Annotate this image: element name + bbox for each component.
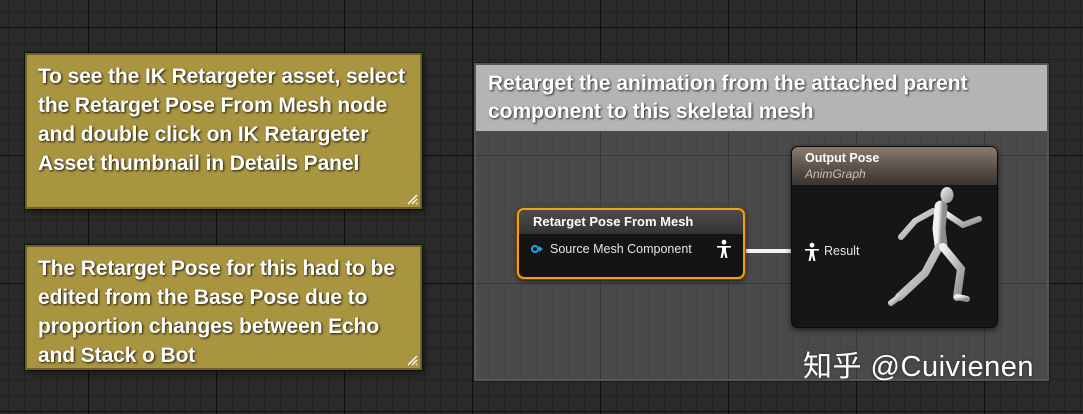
result-pin-label: Result xyxy=(824,244,860,258)
watermark: 知乎 @Cuivienen xyxy=(803,351,1034,383)
comment-region-header[interactable]: Retarget the animation from the attached… xyxy=(476,65,1047,131)
comment-retarget-pose[interactable]: The Retarget Pose for this had to be edi… xyxy=(25,245,422,370)
node-subtitle: AnimGraph xyxy=(805,167,866,181)
resize-grip-icon[interactable] xyxy=(406,193,418,205)
pose-person-icon[interactable] xyxy=(803,242,821,262)
output-pose-node[interactable]: Output Pose AnimGraph Result xyxy=(791,146,998,328)
pose-person-icon[interactable] xyxy=(715,239,733,259)
retarget-pose-from-mesh-node[interactable]: Retarget Pose From Mesh Source Mesh Comp… xyxy=(517,208,745,279)
pose-wire[interactable] xyxy=(743,249,795,253)
running-mannequin-icon xyxy=(888,187,982,306)
object-pin-icon[interactable] xyxy=(531,245,539,253)
comment-region-title: Retarget the animation from the attached… xyxy=(488,72,968,123)
node-title: Retarget Pose From Mesh xyxy=(533,214,694,229)
comment-ik-retargeter[interactable]: To see the IK Retargeter asset, select t… xyxy=(25,53,422,209)
comment-retarget-pose-text: The Retarget Pose for this had to be edi… xyxy=(38,257,395,367)
node-header[interactable]: Output Pose AnimGraph xyxy=(792,147,997,185)
pin-arrow-icon xyxy=(539,246,543,252)
node-title: Output Pose xyxy=(805,151,880,165)
node-header[interactable]: Retarget Pose From Mesh xyxy=(519,210,743,234)
comment-ik-retargeter-text: To see the IK Retargeter asset, select t… xyxy=(38,65,405,175)
source-mesh-component-label: Source Mesh Component xyxy=(550,242,692,256)
source-mesh-component-pin-row[interactable]: Source Mesh Component xyxy=(519,234,743,264)
resize-grip-icon[interactable] xyxy=(406,354,418,366)
